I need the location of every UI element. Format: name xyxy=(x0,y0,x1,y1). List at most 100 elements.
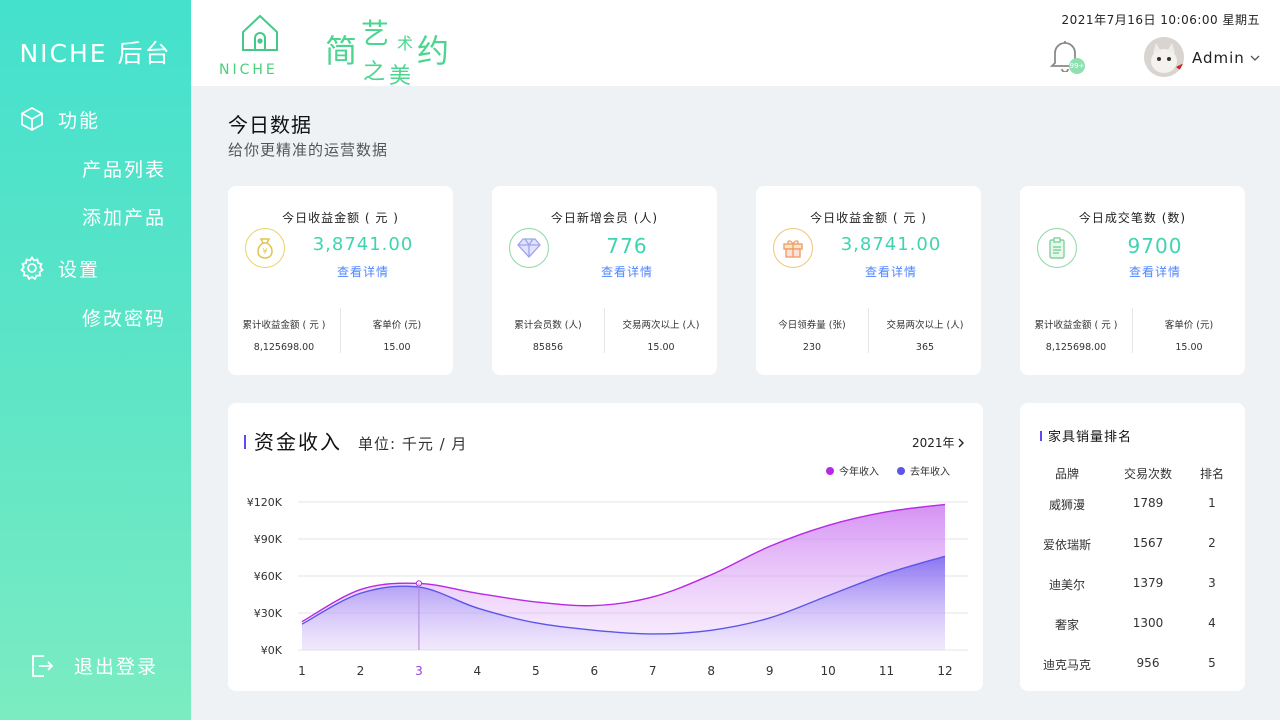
legend-dot xyxy=(897,466,905,475)
slogan-char: 美 xyxy=(389,64,412,89)
col-header: 交易次数 xyxy=(1123,467,1172,481)
count-cell: 1789 xyxy=(1132,496,1164,510)
stat-sub-value: 15.00 xyxy=(383,342,411,353)
legend-label: 去年收入 xyxy=(910,467,950,478)
rank-cell: 2 xyxy=(1208,536,1216,550)
x-tick-label: 10 xyxy=(820,664,835,678)
brand-cell: 迪美尔 xyxy=(1048,578,1085,592)
view-details-link[interactable]: 查看详情 xyxy=(552,263,702,280)
stat-card: 今日收益金额 ( 元 ) 3,8741.00 查看详情 今日领券量 (张) 23… xyxy=(756,186,981,375)
count-cell: 1379 xyxy=(1132,576,1164,590)
stat-card: 今日新增会员 (人) 776 查看详情 累计会员数 (人) 85856 交易两次… xyxy=(492,186,717,375)
stat-sub-label: 交易两次以上 (人) xyxy=(622,320,700,331)
y-tick-label: ¥60K xyxy=(254,570,283,583)
logout-label: 退出登录 xyxy=(74,656,159,678)
title-accent-bar xyxy=(1040,430,1042,441)
count-cell: 1567 xyxy=(1132,536,1164,550)
chart-title: 资金收入 单位: 千元 / 月 xyxy=(244,426,467,455)
notification-bell[interactable]: 99+ xyxy=(1049,38,1085,74)
legend-item: 今年收入 xyxy=(826,463,879,478)
chevron-right-icon xyxy=(958,438,964,447)
y-tick-label: ¥120K xyxy=(247,496,283,509)
count-cell: 956 xyxy=(1136,656,1160,670)
gear-icon xyxy=(18,254,46,282)
money-bag-icon: ¥ xyxy=(245,228,285,268)
x-tick-label: 12 xyxy=(937,664,952,678)
table-row[interactable]: 奢家 1300 4 xyxy=(1020,616,1245,633)
gift-icon xyxy=(773,228,813,268)
stat-title: 今日收益金额 ( 元 ) xyxy=(810,211,927,225)
view-details-link[interactable]: 查看详情 xyxy=(288,263,438,280)
x-tick-label: 3 xyxy=(415,664,423,678)
table-row[interactable]: 迪克马克 956 5 xyxy=(1020,656,1245,673)
y-tick-label: ¥0K xyxy=(261,644,283,657)
ranking-title: 家具销量排名 xyxy=(1040,426,1132,445)
stat-value: 776 xyxy=(606,234,648,258)
stat-sub: 交易两次以上 (人) 365 xyxy=(869,317,981,353)
logout-button[interactable]: 退出登录 xyxy=(30,652,158,679)
clipboard-icon xyxy=(1037,228,1077,268)
chevron-down-icon xyxy=(1250,55,1260,61)
title-accent-bar xyxy=(244,435,246,449)
stat-sub: 今日领券量 (张) 230 xyxy=(756,317,868,353)
stat-sub-value: 8,125698.00 xyxy=(1045,342,1107,353)
stat-sub-value: 8,125698.00 xyxy=(253,342,315,353)
stat-sub-value: 15.00 xyxy=(1175,342,1203,353)
nav-settings-label: 设置 xyxy=(58,258,101,281)
nav-settings[interactable]: 设置 xyxy=(18,254,100,282)
view-details-link[interactable]: 查看详情 xyxy=(1080,263,1230,280)
top-header: NICHE 简 艺 术 约 之 美 2021年7月16日 10:06:00 星期… xyxy=(191,0,1280,89)
nav-features[interactable]: 功能 xyxy=(18,105,100,133)
year-selector[interactable]: 2021年 xyxy=(912,434,967,451)
table-row[interactable]: 爱依瑞斯 1567 2 xyxy=(1020,536,1245,553)
diamond-icon xyxy=(509,228,549,268)
stat-sub: 累计收益金额 ( 元 ) 8,125698.00 xyxy=(1020,317,1132,353)
nav-add-product[interactable]: 添加产品 xyxy=(82,203,166,230)
table-row[interactable]: 威狮漫 1789 1 xyxy=(1020,496,1245,513)
stat-sub-label: 客单价 (元) xyxy=(1164,320,1214,331)
col-header: 排名 xyxy=(1199,467,1224,481)
x-tick-label: 4 xyxy=(474,664,482,678)
year-label: 2021年 xyxy=(912,436,955,450)
x-tick-label: 9 xyxy=(766,664,774,678)
logo-text: NICHE xyxy=(219,62,278,78)
rank-cell: 1 xyxy=(1208,496,1216,510)
stat-title: 今日收益金额 ( 元 ) xyxy=(282,211,399,225)
view-details-link[interactable]: 查看详情 xyxy=(816,263,966,280)
avatar[interactable] xyxy=(1144,37,1184,77)
slogan-char: 简 xyxy=(325,32,358,70)
x-tick-label: 5 xyxy=(532,664,540,678)
datetime: 2021年7月16日 10:06:00 星期五 xyxy=(1061,13,1260,27)
brand-cell: 奢家 xyxy=(1054,618,1079,632)
ranking-header: 品牌 交易次数 排名 xyxy=(1020,465,1245,482)
sidebar: NICHE 后台 功能 产品列表 添加产品 设置 修改密码 退出登录 xyxy=(0,0,191,720)
logout-icon xyxy=(30,653,54,679)
slogan-char: 艺 xyxy=(361,17,390,50)
nav-product-list[interactable]: 产品列表 xyxy=(82,155,166,182)
x-tick-label: 1 xyxy=(298,664,306,678)
username: Admin xyxy=(1192,49,1245,67)
slogan-logo: 简 艺 术 约 之 美 xyxy=(321,10,461,89)
x-tick-label: 8 xyxy=(707,664,715,678)
slogan-char: 术 xyxy=(397,34,414,53)
stat-sub: 客单价 (元) 15.00 xyxy=(1133,317,1245,353)
stat-value: 3,8741.00 xyxy=(312,234,414,255)
stat-card: 今日收益金额 ( 元 ) ¥ 3,8741.00 查看详情 累计收益金额 ( 元… xyxy=(228,186,453,375)
nav-change-password[interactable]: 修改密码 xyxy=(82,304,166,331)
count-cell: 1300 xyxy=(1132,616,1164,630)
ranking-title-text: 家具销量排名 xyxy=(1048,430,1133,445)
legend-item: 去年收入 xyxy=(897,463,950,478)
legend-dot xyxy=(826,466,834,475)
slogan-char: 之 xyxy=(363,60,386,85)
rank-cell: 4 xyxy=(1208,616,1216,630)
legend-label: 今年收入 xyxy=(839,467,879,478)
chart-title-text: 资金收入 xyxy=(254,430,342,454)
user-menu[interactable]: Admin xyxy=(1192,49,1261,67)
stat-sub-label: 今日领券量 (张) xyxy=(778,320,846,331)
stat-sub-label: 交易两次以上 (人) xyxy=(886,320,964,331)
stat-sub-label: 累计收益金额 ( 元 ) xyxy=(1034,320,1118,331)
table-row[interactable]: 迪美尔 1379 3 xyxy=(1020,576,1245,593)
stat-sub-value: 365 xyxy=(915,342,935,353)
x-tick-label: 11 xyxy=(879,664,894,678)
x-tick-label: 6 xyxy=(590,664,598,678)
